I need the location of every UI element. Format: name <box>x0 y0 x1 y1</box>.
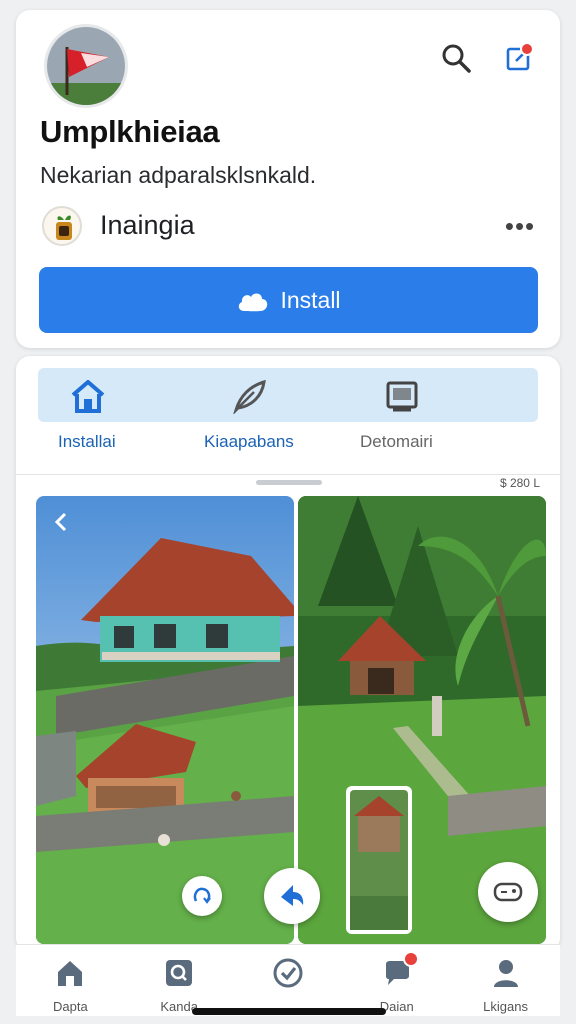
share-arrow-icon <box>281 885 304 906</box>
details-card: Installai Kiaapabans Detomairi $ 280 L <box>16 356 560 952</box>
gamepad-button[interactable] <box>478 862 538 922</box>
bottom-navigation: Dapta Kanda Daian Lkigans <box>16 944 560 1016</box>
gamepad-icon <box>493 882 523 902</box>
nav-item-home[interactable]: Dapta <box>20 945 120 1017</box>
nav-item-messages[interactable]: Daian <box>347 945 447 1017</box>
tab-related[interactable] <box>230 376 270 416</box>
chevron-left-icon[interactable] <box>50 510 74 534</box>
app-header-card: Umplkhieiaa Nekarian adparalsklsnkald. I… <box>16 10 560 348</box>
messages-badge <box>402 951 419 967</box>
search-icon <box>442 44 471 73</box>
person-icon <box>493 960 518 987</box>
tab-bar <box>38 368 538 422</box>
tab-related-label[interactable]: Kiaapabans <box>204 432 294 452</box>
nav-item-search[interactable]: Kanda <box>129 945 229 1017</box>
app-title: Umplkhieiaa <box>40 114 220 149</box>
notifications-button[interactable] <box>500 38 540 78</box>
install-button[interactable]: Install <box>39 267 538 333</box>
developer-name[interactable]: Inaingia <box>100 210 195 241</box>
drag-handle[interactable] <box>256 480 322 485</box>
more-options-button[interactable]: ••• <box>498 208 542 244</box>
cloud-icon <box>239 293 268 312</box>
check-icon <box>273 958 303 988</box>
nav-item-profile[interactable]: Lkigans <box>456 945 556 1017</box>
nav-item-label: Lkigans <box>483 999 528 1014</box>
size-label: $ 280 L <box>499 476 540 490</box>
app-subtitle: Nekarian adparalsklsnkald. <box>40 162 317 188</box>
share-button[interactable] <box>264 868 320 924</box>
developer-row: Inaingia ••• <box>42 204 542 248</box>
install-button-label: Install <box>280 286 341 313</box>
tab-details-label[interactable]: Detomairi <box>360 432 433 452</box>
fullscreen-button[interactable] <box>182 876 222 916</box>
screen-icon <box>386 381 418 412</box>
nav-item-check[interactable] <box>238 945 338 1017</box>
tab-details[interactable] <box>382 376 422 416</box>
divider <box>16 474 560 475</box>
developer-avatar[interactable] <box>42 206 82 246</box>
search-icon <box>166 960 193 986</box>
home-indicator[interactable] <box>192 1008 386 1015</box>
tab-install[interactable] <box>68 376 108 416</box>
hillside-house-screenshot[interactable] <box>36 496 294 944</box>
tab-install-label[interactable]: Installai <box>58 432 116 452</box>
search-button[interactable] <box>436 38 476 78</box>
leaf-icon <box>233 379 266 414</box>
refresh-icon <box>193 887 211 904</box>
home-icon <box>58 961 83 986</box>
nav-item-label: Dapta <box>53 999 88 1014</box>
app-logo <box>44 24 128 108</box>
home-icon <box>71 380 105 413</box>
notification-badge <box>520 42 534 56</box>
